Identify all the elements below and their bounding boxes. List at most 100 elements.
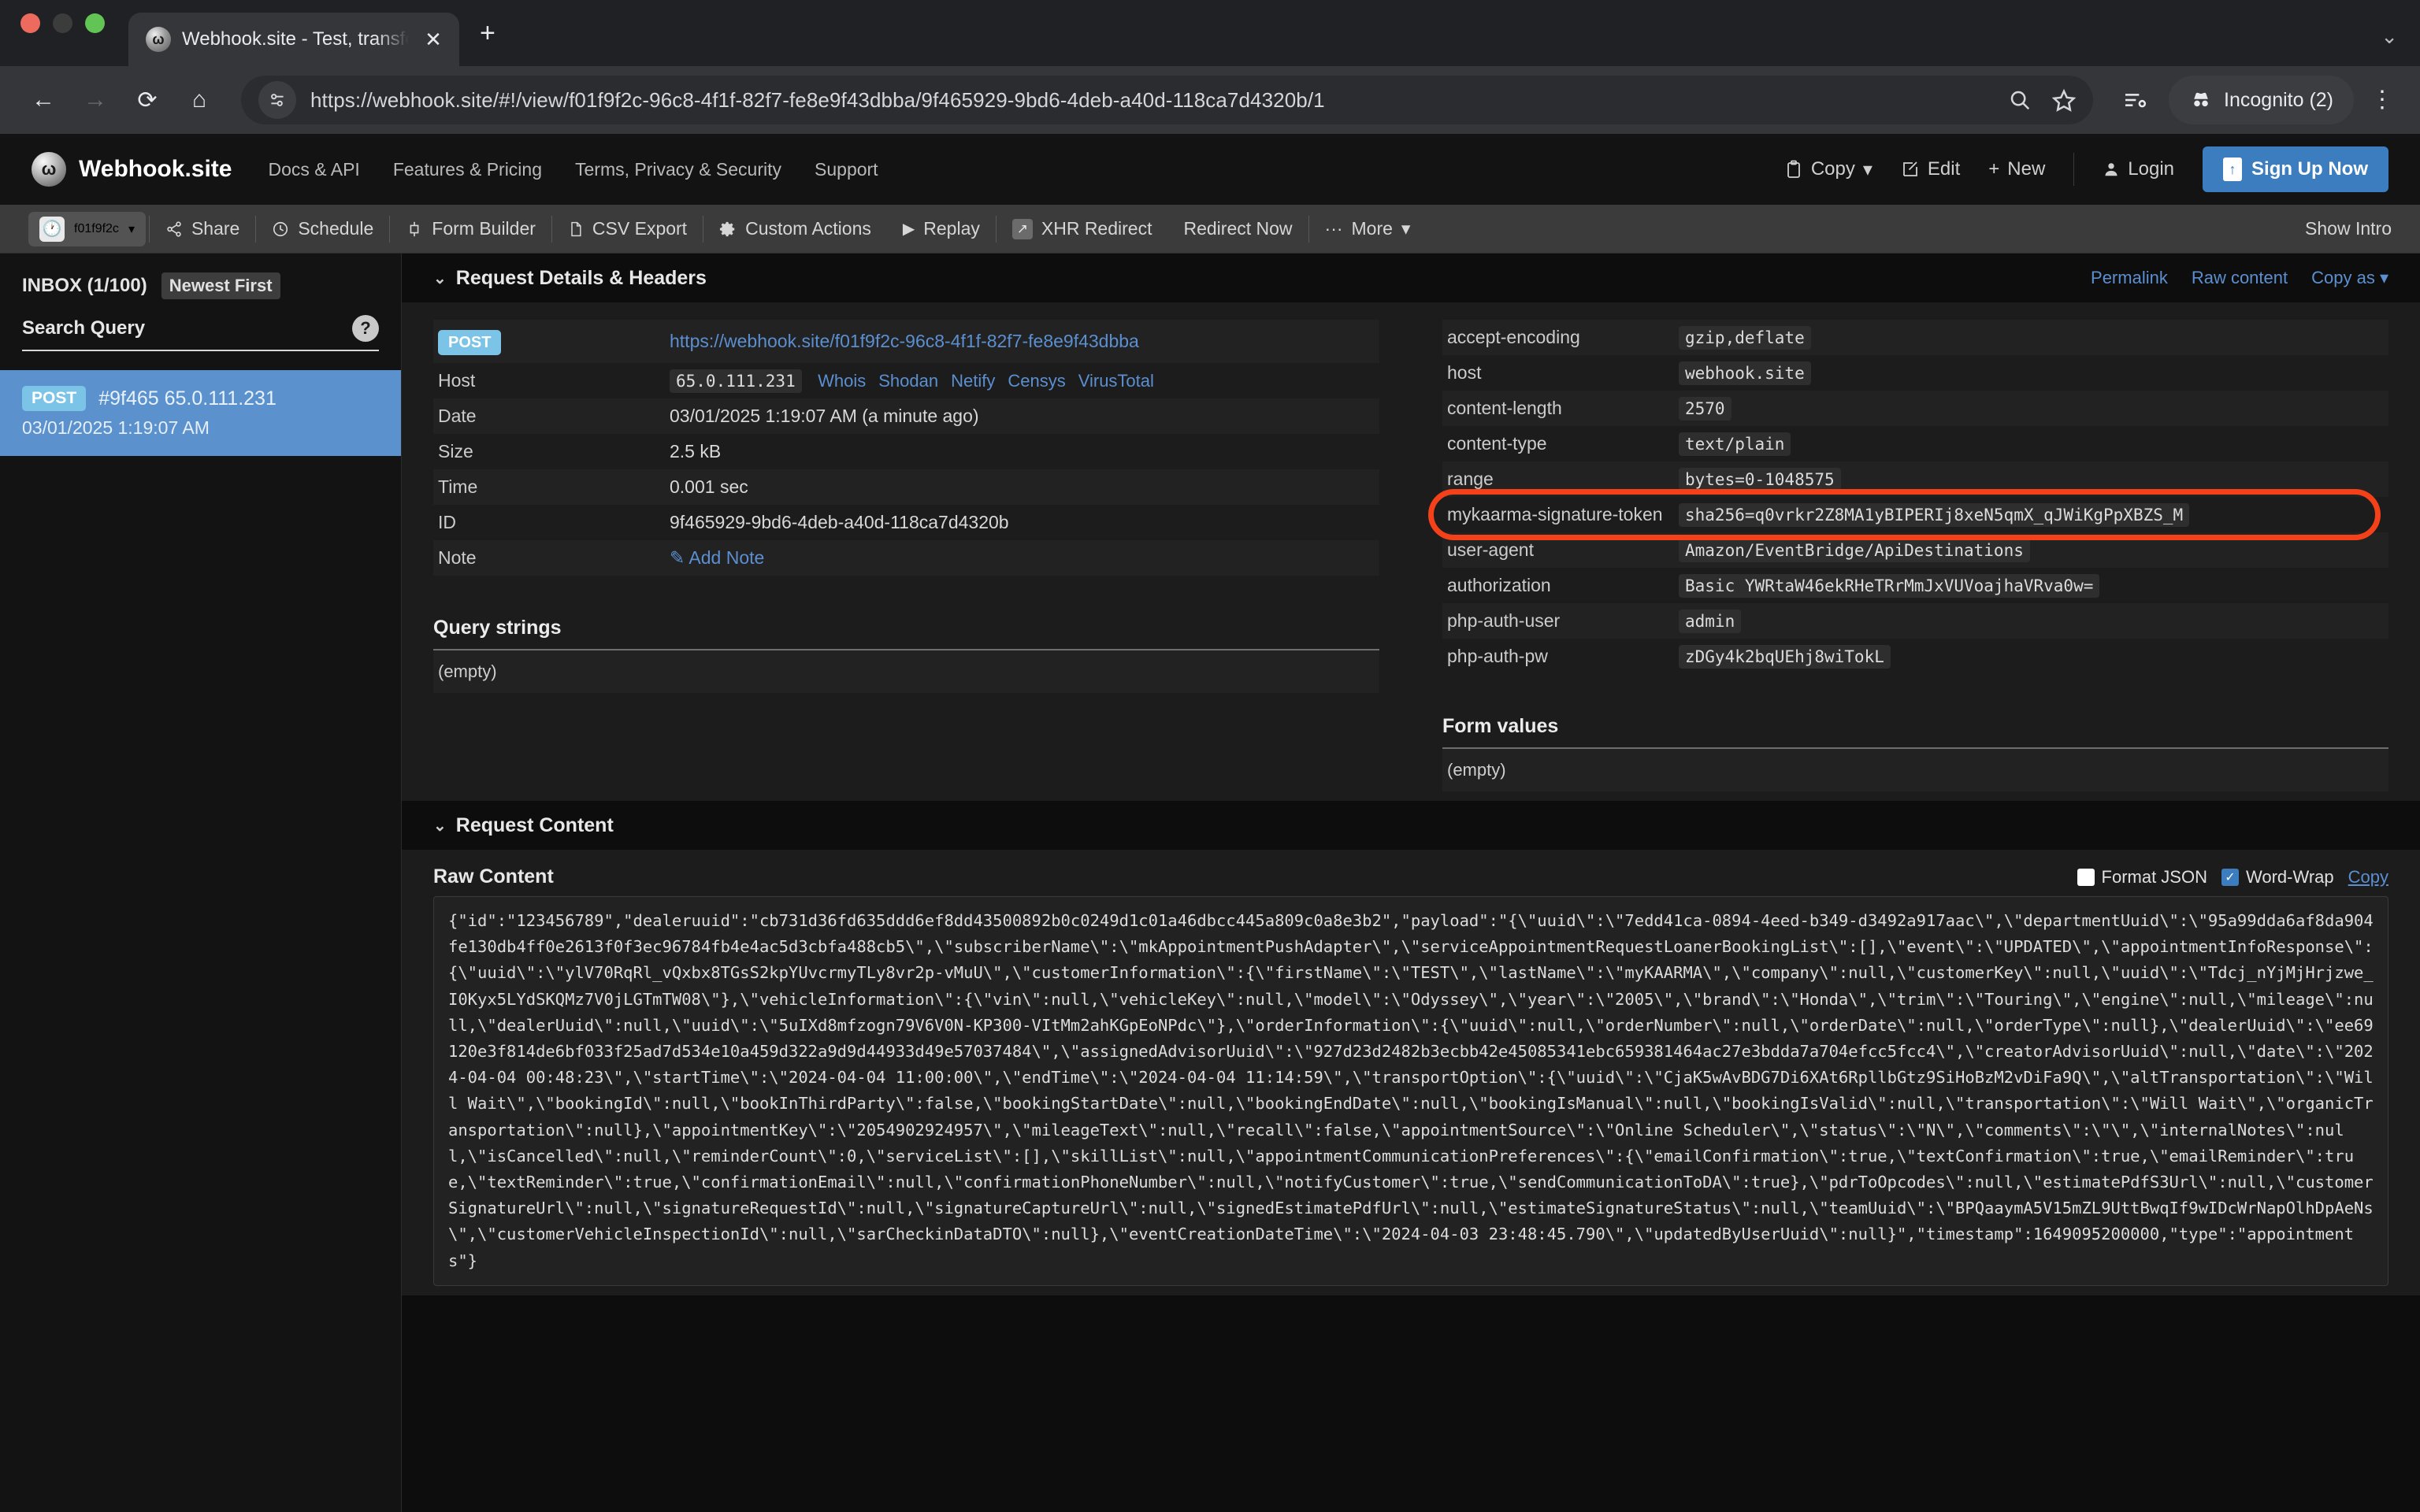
whois-link[interactable]: Whois [818,371,866,391]
shodan-link[interactable]: Shodan [878,371,938,391]
new-button[interactable]: + New [1988,158,2045,180]
window-controls[interactable] [20,0,105,66]
request-content-title[interactable]: ⌄ Request Content [433,814,614,837]
request-details-title[interactable]: ⌄ Request Details & Headers [433,267,707,290]
incognito-indicator[interactable]: Incognito (2) [2169,76,2354,124]
more-menu-button[interactable]: ··· More ▾ [1309,218,1427,239]
request-content-header: ⌄ Request Content [402,801,2420,850]
query-strings-block: Query strings (empty) [433,617,1379,693]
nav-support[interactable]: Support [815,159,878,180]
raw-content-body[interactable]: {"id":"123456789","dealeruuid":"cb731d36… [433,896,2388,1286]
clipboard-icon [1787,160,1800,178]
nav-terms-privacy-security[interactable]: Terms, Privacy & Security [575,159,781,180]
csv-export-button[interactable]: CSV Export [552,218,703,239]
form-values-block: Form values (empty) [1442,715,2388,791]
method-badge: POST [438,330,502,355]
header-value-text: Basic YWRtaW46ekRHeTRrMmJxVUVoajhaVRva0w… [1679,574,2100,598]
redirect-now-button[interactable]: Redirect Now [1167,218,1308,239]
browser-tab[interactable]: ω Webhook.site - Test, transform ✕ [128,13,459,66]
method-badge: POST [22,386,87,411]
xhr-redirect-button[interactable]: ↗ XHR Redirect [997,218,1168,239]
request-list-item[interactable]: POST #9f465 65.0.111.231 03/01/2025 1:19… [0,370,401,456]
detail-key-note: Note [438,547,477,568]
close-tab-icon[interactable]: ✕ [420,28,447,52]
request-url-link[interactable]: https://webhook.site/f01f9f2c-96c8-4f1f-… [670,331,1139,351]
search-icon[interactable] [2008,88,2032,112]
share-button[interactable]: Share [150,218,255,239]
site-settings-icon[interactable] [258,81,296,119]
minimize-window-button[interactable] [53,13,72,33]
header-value-text: webhook.site [1679,361,1811,385]
header-value-text: text/plain [1679,432,1791,456]
header-key-host: host [1447,362,1482,383]
show-intro-button[interactable]: Show Intro [2305,218,2392,239]
table-row: php-auth-pw zDGy4k2bqUEhj8wiTokL [1442,639,2388,674]
reading-list-icon[interactable] [2112,77,2158,123]
back-button[interactable]: ← [20,77,66,123]
virustotal-link[interactable]: VirusTotal [1078,371,1154,391]
bookmark-star-icon[interactable] [2052,88,2077,112]
table-row: Date 03/01/2025 1:19:07 AM (a minute ago… [433,398,1379,434]
table-row: Time 0.001 sec [433,469,1379,505]
copy-as-link[interactable]: Copy as ▾ [2311,268,2388,288]
header-value-authorization: Basic YWRtaW46ekRHeTRrMmJxVUVoajhaVRva0w… [1679,568,2388,603]
close-window-button[interactable] [20,13,40,33]
browser-menu-icon[interactable]: ⋮ [2365,88,2400,112]
netify-link[interactable]: Netify [951,371,995,391]
nav-docs-api[interactable]: Docs & API [268,159,359,180]
sort-order-toggle[interactable]: Newest First [161,272,280,299]
table-row: Note ✎ Add Note [433,540,1379,576]
form-builder-button[interactable]: Form Builder [390,218,551,239]
permalink-link[interactable]: Permalink [2091,268,2168,288]
detail-value-date: 03/01/2025 1:19:07 AM (a minute ago) [670,406,979,426]
copy-raw-content-link[interactable]: Copy [2348,867,2388,888]
add-note-link[interactable]: ✎ Add Note [670,547,764,568]
form-builder-label: Form Builder [432,218,536,239]
replay-button[interactable]: ▶ Replay [887,218,996,239]
format-json-checkbox[interactable]: Format JSON [2077,867,2207,888]
pencil-icon: ✎ [670,547,685,568]
maximize-window-button[interactable] [85,13,105,33]
request-headers-table: accept-encoding gzip,deflate host webhoo… [1428,320,2388,674]
brand[interactable]: ω Webhook.site [32,152,232,187]
table-row: content-type text/plain [1442,426,2388,461]
signup-button[interactable]: ↑ Sign Up Now [2203,146,2388,192]
section-title-text: Request Content [455,813,614,836]
login-button[interactable]: Login [2103,158,2174,180]
divider [2073,153,2075,186]
csv-export-label: CSV Export [592,218,688,239]
signup-label: Sign Up Now [2251,158,2368,180]
token-label: f01f9f2c [74,221,119,235]
table-row: content-length 2570 [1442,391,2388,426]
address-bar[interactable]: https://webhook.site/#!/view/f01f9f2c-96… [241,76,2094,124]
word-wrap-label: Word-Wrap [2245,866,2334,887]
word-wrap-checkbox[interactable]: ✓ Word-Wrap [2221,867,2334,888]
plus-icon: + [1988,158,2000,180]
token-selector[interactable]: 🕐 f01f9f2c ▾ [28,211,146,246]
schedule-button[interactable]: Schedule [256,218,389,239]
section-links: Permalink Raw content Copy as ▾ [2091,268,2388,288]
home-button[interactable]: ⌂ [176,77,222,123]
table-row-highlighted: mykaarma-signature-token sha256=q0vrkr2Z… [1428,489,2388,540]
censys-link[interactable]: Censys [1008,371,1065,391]
copy-menu-button[interactable]: Copy ▾ [1784,158,1873,181]
help-icon[interactable]: ? [352,315,379,342]
nav-features-pricing[interactable]: Features & Pricing [393,159,542,180]
edit-button[interactable]: Edit [1901,158,1960,180]
details-right-column: accept-encoding gzip,deflate host webhoo… [1411,320,2420,791]
forward-button[interactable]: → [72,77,118,123]
add-note-label: Add Note [689,547,765,568]
detail-key-host: Host [438,370,476,391]
header-key-mykaarma-signature-token: mykaarma-signature-token [1447,504,1663,524]
search-input[interactable] [22,317,341,339]
detail-value-id: 9f465929-9bd6-4deb-a40d-118ca7d4320b [670,512,1009,532]
reload-button[interactable]: ⟳ [124,77,170,123]
checkbox-box-checked: ✓ [2221,868,2239,886]
chevron-down-icon[interactable]: ⌄ [2381,24,2398,49]
host-lookup-links: Whois Shodan Netify Censys VirusTotal [818,371,1154,391]
raw-content-link[interactable]: Raw content [2192,268,2288,288]
header-value-text: sha256=q0vrkr2Z8MA1yBIPERIj8xeN5qmX_qJWi… [1679,503,2190,527]
custom-actions-button[interactable]: Custom Actions [703,218,887,239]
new-tab-button[interactable]: + [480,18,496,66]
table-row: Host 65.0.111.231 Whois Shodan Netify Ce… [433,363,1379,398]
